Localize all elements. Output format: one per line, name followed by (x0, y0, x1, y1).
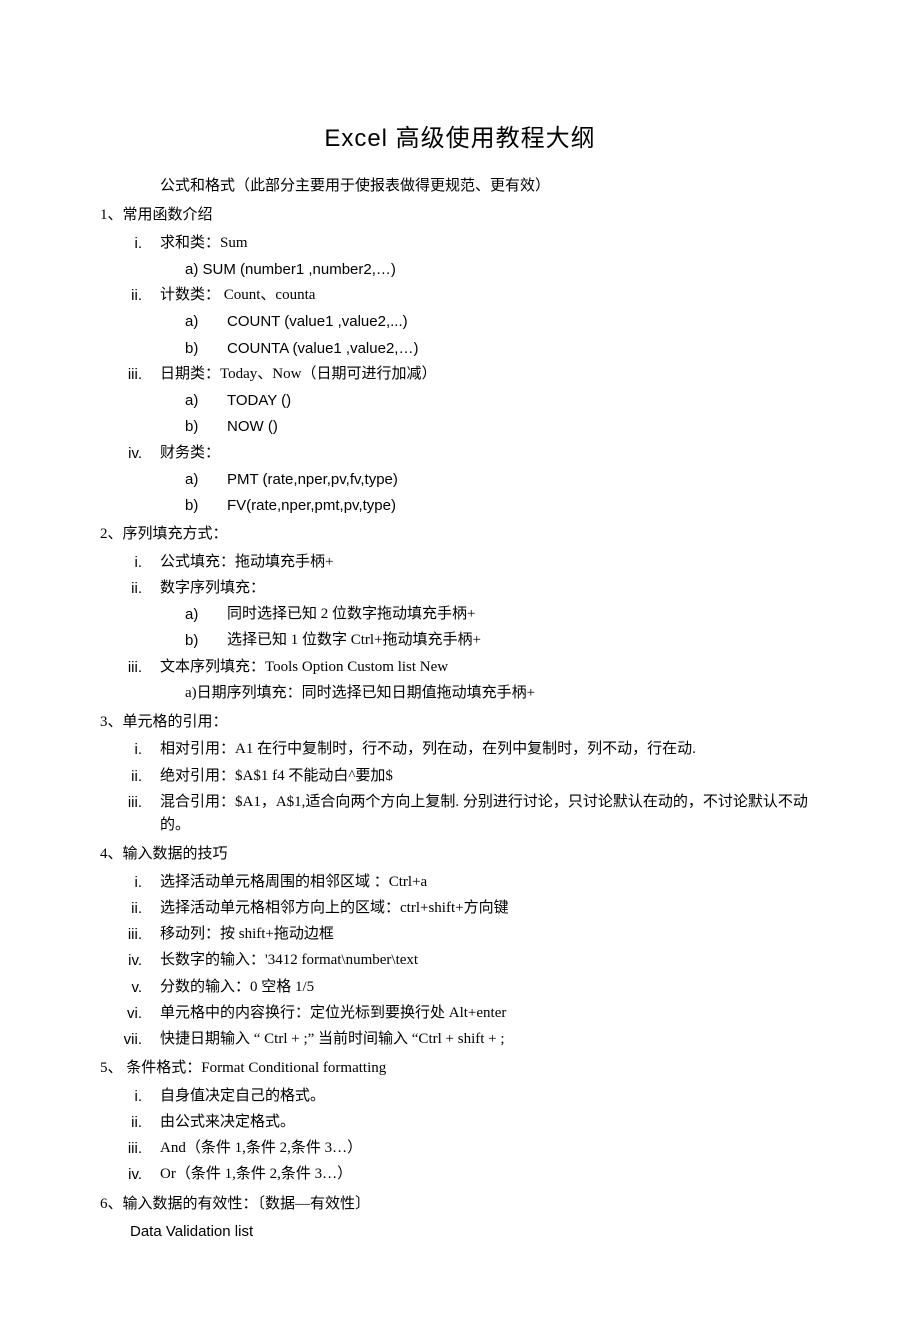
s4-iv-text: 长数字的输入：'3412 format\number\text (160, 949, 820, 972)
s4-ii-text: 选择活动单元格相邻方向上的区域：ctrl+shift+方向键 (160, 897, 820, 920)
section-6-head: 6、输入数据的有效性：〔数据—有效性〕 (100, 1193, 820, 1216)
s1-iv-a-lbl: a) (185, 468, 227, 491)
s5-iii-text: And（条件 1,条件 2,条件 3…） (160, 1137, 820, 1160)
s1-i-text: 求和类：Sum (160, 232, 820, 255)
s3-ii-label: ii. (100, 765, 160, 788)
s1-i-a: a) SUM (number1 ,number2,…) (185, 258, 820, 281)
s5-iv-text: Or（条件 1,条件 2,条件 3…） (160, 1163, 820, 1186)
s2-ii-a-lbl: a) (185, 603, 227, 626)
s3-i-text: 相对引用：A1 在行中复制时，行不动，列在动，在列中复制时，列不动，行在动. (160, 738, 820, 761)
s5-iii-label: iii. (100, 1137, 160, 1160)
s2-ii-b: 选择已知 1 位数字 Ctrl+拖动填充手柄+ (227, 629, 820, 652)
s1-ii-label: ii. (100, 284, 160, 307)
s3-ii-text: 绝对引用：$A$1 f4 不能动白^要加$ (160, 765, 820, 788)
section-3-head: 3、单元格的引用： (100, 711, 820, 734)
s2-i-label: i. (100, 551, 160, 574)
s5-ii-text: 由公式来决定格式。 (160, 1111, 820, 1134)
s4-vi-text: 单元格中的内容换行：定位光标到要换行处 Alt+enter (160, 1002, 820, 1025)
s4-iii-label: iii. (100, 923, 160, 946)
s1-iv-label: iv. (100, 442, 160, 465)
s2-ii-b-lbl: b) (185, 629, 227, 652)
s4-i-label: i. (100, 871, 160, 894)
s1-iii-a: TODAY () (227, 389, 820, 412)
s3-i-label: i. (100, 738, 160, 761)
s4-vi-label: vi. (100, 1002, 160, 1025)
s5-i-text: 自身值决定自己的格式。 (160, 1085, 820, 1108)
section-2-head: 2、序列填充方式： (100, 523, 820, 546)
section-5-head: 5、 条件格式：Format Conditional formatting (100, 1057, 820, 1080)
s2-iii-label: iii. (100, 656, 160, 679)
document-subtitle: 公式和格式（此部分主要用于使报表做得更规范、更有效） (160, 175, 820, 198)
s1-iii-text: 日期类：Today、Now（日期可进行加减） (160, 363, 820, 386)
s2-iii-a: a)日期序列填充：同时选择已知日期值拖动填充手柄+ (185, 682, 820, 705)
s2-ii-label: ii. (100, 577, 160, 600)
s4-v-label: v. (100, 976, 160, 999)
s1-iv-b-lbl: b) (185, 494, 227, 517)
s2-ii-a: 同时选择已知 2 位数字拖动填充手柄+ (227, 603, 820, 626)
document-title: Excel 高级使用教程大纲 (100, 120, 820, 157)
s2-i-text: 公式填充：拖动填充手柄+ (160, 551, 820, 574)
s2-iii-text: 文本序列填充：Tools Option Custom list New (160, 656, 820, 679)
s1-iii-label: iii. (100, 363, 160, 386)
s1-iii-b-lbl: b) (185, 415, 227, 438)
s5-iv-label: iv. (100, 1163, 160, 1186)
s4-iii-text: 移动列：按 shift+拖动边框 (160, 923, 820, 946)
s4-vii-label: vii. (100, 1028, 160, 1051)
section-1-head: 1、常用函数介绍 (100, 204, 820, 227)
s1-iv-a: PMT (rate,nper,pv,fv,type) (227, 468, 820, 491)
s6-line: Data Validation list (130, 1220, 820, 1243)
s1-iii-a-lbl: a) (185, 389, 227, 412)
s1-ii-b: COUNTA (value1 ,value2,…) (227, 337, 820, 360)
s5-ii-label: ii. (100, 1111, 160, 1134)
s1-ii-text: 计数类： Count、counta (160, 284, 820, 307)
section-4-head: 4、输入数据的技巧 (100, 843, 820, 866)
s5-i-label: i. (100, 1085, 160, 1108)
s1-ii-a-lbl: a) (185, 310, 227, 333)
s4-ii-label: ii. (100, 897, 160, 920)
s4-i-text: 选择活动单元格周围的相邻区域 ：Ctrl+a (160, 871, 820, 894)
s1-ii-a: COUNT (value1 ,value2,...) (227, 310, 820, 333)
s4-vii-text: 快捷日期输入 “ Ctrl + ;” 当前时间输入 “Ctrl + shift … (160, 1028, 820, 1051)
s4-iv-label: iv. (100, 949, 160, 972)
s1-iii-b: NOW () (227, 415, 820, 438)
s1-ii-b-lbl: b) (185, 337, 227, 360)
s3-iii-text: 混合引用：$A1，A$1,适合向两个方向上复制. 分别进行讨论，只讨论默认在动的… (160, 791, 820, 838)
s4-v-text: 分数的输入：0 空格 1/5 (160, 976, 820, 999)
s3-iii-label: iii. (100, 791, 160, 838)
s1-iv-b: FV(rate,nper,pmt,pv,type) (227, 494, 820, 517)
s1-i-label: i. (100, 232, 160, 255)
s2-ii-text: 数字序列填充： (160, 577, 820, 600)
s1-iv-text: 财务类： (160, 442, 820, 465)
